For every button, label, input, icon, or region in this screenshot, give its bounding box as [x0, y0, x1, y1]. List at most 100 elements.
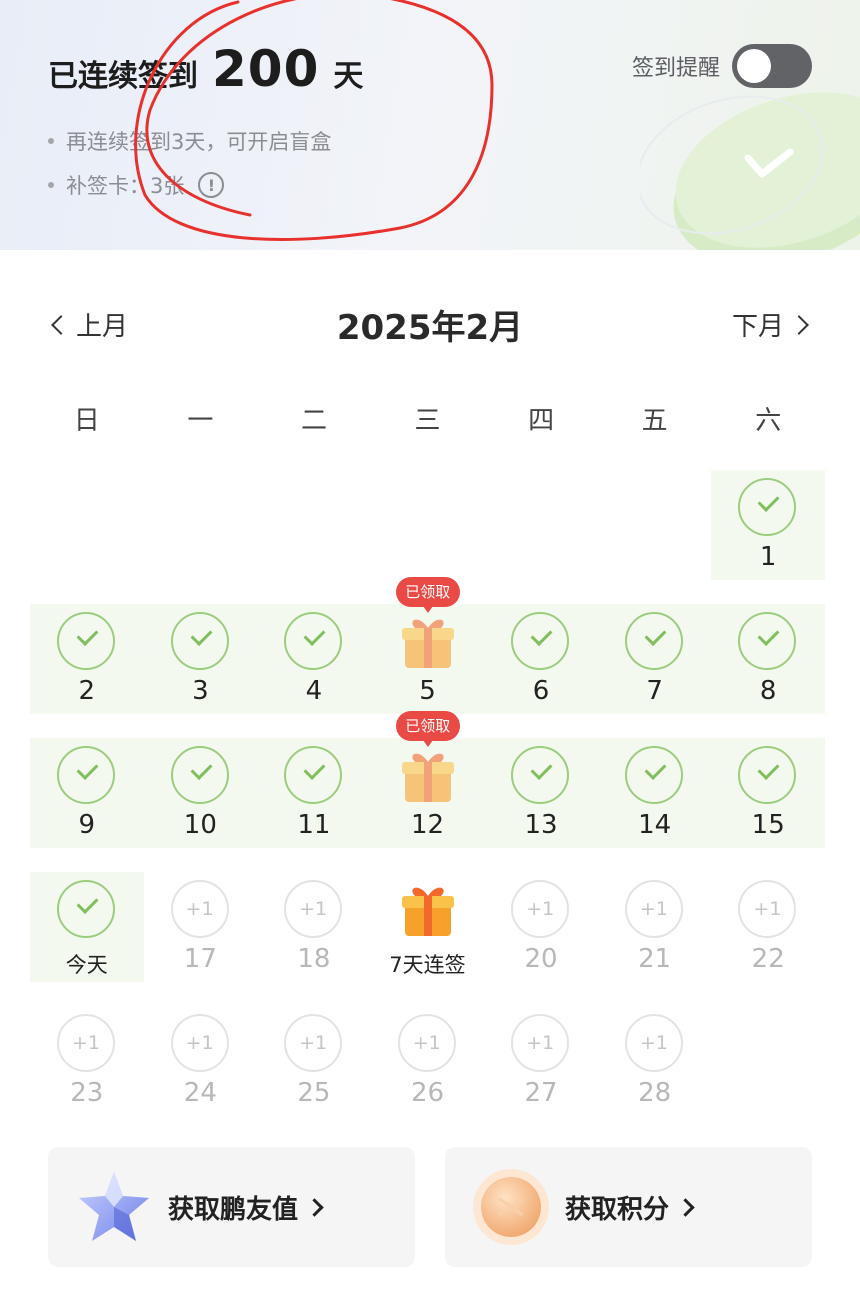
day-label: 21 — [638, 944, 672, 974]
get-points-label: 获取积分 — [565, 1194, 670, 1225]
calendar-day[interactable]: +1 23 — [30, 1006, 144, 1116]
gift-box-icon — [401, 753, 454, 802]
streak-prefix: 已连续签到 — [48, 59, 198, 94]
checkmark-circle-icon — [511, 612, 570, 670]
day-label: 24 — [183, 1078, 217, 1108]
streak-summary: 已连续签到 200 天 — [48, 40, 363, 98]
calendar-week-row: 9 10 11 已领取 12 13 14 15 — [30, 711, 825, 848]
checkmark-circle-icon — [511, 746, 570, 804]
day-label: 14 — [638, 810, 672, 840]
calendar-day[interactable]: 7 — [598, 604, 712, 714]
checkmark-circle-icon — [738, 612, 797, 670]
day-label: 10 — [183, 810, 217, 840]
calendar-day[interactable]: 15 — [711, 738, 825, 848]
calendar-day[interactable]: +1 21 — [598, 872, 712, 982]
calendar-day[interactable]: 4 — [257, 604, 371, 714]
blind-box-hint: 再连续签到3天，可开启盲盒 — [48, 126, 331, 156]
checkmark-circle-icon — [738, 746, 797, 804]
day-label: 18 — [297, 944, 331, 974]
day-label: 8 — [759, 676, 777, 706]
reward-circle: +1 — [284, 880, 343, 938]
get-friend-value-label: 获取鹏友值 — [168, 1194, 299, 1225]
bullet-dot-icon — [48, 182, 54, 188]
header-banner: 已连续签到 200 天 再连续签到3天，可开启盲盒 补签卡：3张 ! 签到提醒 — [0, 0, 860, 250]
streak-unit: 天 — [333, 59, 364, 94]
weekday-sun: 日 — [73, 406, 100, 436]
calendar-day[interactable]: 7天连签 — [371, 872, 485, 982]
calendar-day[interactable]: 2 — [30, 604, 144, 714]
toggle-knob — [737, 49, 771, 83]
chevron-right-icon — [676, 1197, 695, 1217]
day-label: 17 — [183, 944, 217, 974]
checkmark-circle-icon — [57, 746, 115, 804]
day-label: 7 — [646, 676, 663, 706]
coin-icon — [473, 1169, 549, 1245]
checkmark-circle-icon — [738, 478, 797, 536]
gift-box-icon — [401, 887, 454, 936]
day-label: 27 — [524, 1078, 558, 1108]
weekday-wed: 三 — [414, 406, 441, 436]
calendar-day[interactable]: 13 — [484, 738, 598, 848]
calendar-day[interactable]: 今天 — [30, 872, 144, 982]
day-label: 4 — [305, 676, 323, 706]
calendar-day[interactable]: +1 26 — [371, 1006, 485, 1116]
reward-circle: +1 — [170, 880, 229, 938]
calendar-day[interactable]: +1 27 — [484, 1006, 598, 1116]
calendar-day[interactable]: +1 20 — [484, 872, 598, 982]
calendar-day[interactable]: 已领取 5 — [371, 577, 485, 714]
day-label: 13 — [524, 810, 558, 840]
calendar-day[interactable]: +1 24 — [144, 1006, 258, 1116]
calendar-day[interactable]: 10 — [144, 738, 258, 848]
claimed-badge: 已领取 — [395, 711, 460, 747]
reward-circle: +1 — [738, 880, 797, 938]
next-month-button[interactable]: 下月 — [732, 306, 809, 343]
reward-circle: +1 — [624, 880, 683, 938]
calendar-day[interactable]: +1 22 — [711, 872, 825, 982]
blind-box-hint-text: 再连续签到3天，可开启盲盒 — [66, 130, 332, 154]
day-label: 7天连签 — [389, 953, 466, 977]
calendar-day[interactable]: 已领取 12 — [371, 711, 485, 848]
day-label: 6 — [532, 676, 550, 706]
day-label: 23 — [70, 1078, 104, 1108]
calendar-day[interactable]: +1 25 — [257, 1006, 371, 1116]
day-label: 28 — [638, 1078, 672, 1108]
info-icon[interactable]: ! — [198, 172, 225, 198]
reward-circle: +1 — [170, 1014, 229, 1072]
checkmark-circle-icon — [57, 612, 115, 670]
weekday-thu: 四 — [528, 406, 555, 436]
day-label: 2 — [78, 676, 96, 706]
day-label: 20 — [524, 944, 558, 974]
makeup-card-hint: 补签卡：3张 ! — [48, 170, 225, 200]
day-label: 11 — [297, 810, 331, 840]
checkmark-circle-icon — [284, 612, 343, 670]
calendar-week-row: 1 — [30, 470, 825, 580]
checkmark-circle-icon — [284, 746, 343, 804]
checkmark-circle-icon — [170, 612, 229, 670]
calendar-day[interactable]: +1 18 — [257, 872, 371, 982]
chevron-right-icon — [789, 314, 809, 335]
calendar-week-row: +1 23 +1 24 +1 25 +1 26 +1 27 +1 28 — [30, 1006, 825, 1116]
reward-circle: +1 — [397, 1014, 456, 1072]
day-label: 9 — [78, 810, 96, 840]
calendar-day[interactable]: 9 — [30, 738, 144, 848]
reward-circle: +1 — [511, 880, 570, 938]
checkmark-circle-icon — [170, 746, 229, 804]
weekday-header: 日 一 二 三 四 五 六 — [30, 400, 825, 437]
calendar-day[interactable]: 8 — [711, 604, 825, 714]
calendar-day[interactable]: 3 — [144, 604, 258, 714]
get-points-button[interactable]: 获取积分 — [445, 1147, 812, 1267]
weekday-fri: 五 — [641, 406, 668, 436]
calendar-day[interactable]: 1 — [711, 470, 825, 580]
calendar-day[interactable]: 14 — [598, 738, 712, 848]
calendar-day[interactable]: +1 28 — [598, 1006, 712, 1116]
weekday-sat: 六 — [755, 406, 782, 436]
makeup-card-text: 补签卡：3张 — [66, 174, 185, 198]
get-friend-value-button[interactable]: 获取鹏友值 — [48, 1147, 415, 1267]
calendar-week-row: 今天 +1 17 +1 18 7天连签 +1 20 +1 21 +1 22 — [30, 872, 825, 982]
reminder-toggle[interactable] — [732, 44, 812, 88]
calendar-day[interactable]: +1 17 — [144, 872, 258, 982]
checkin-reminder: 签到提醒 — [632, 44, 812, 88]
checkmark-circle-icon — [57, 880, 115, 938]
calendar-day[interactable]: 6 — [484, 604, 598, 714]
calendar-day[interactable]: 11 — [257, 738, 371, 848]
